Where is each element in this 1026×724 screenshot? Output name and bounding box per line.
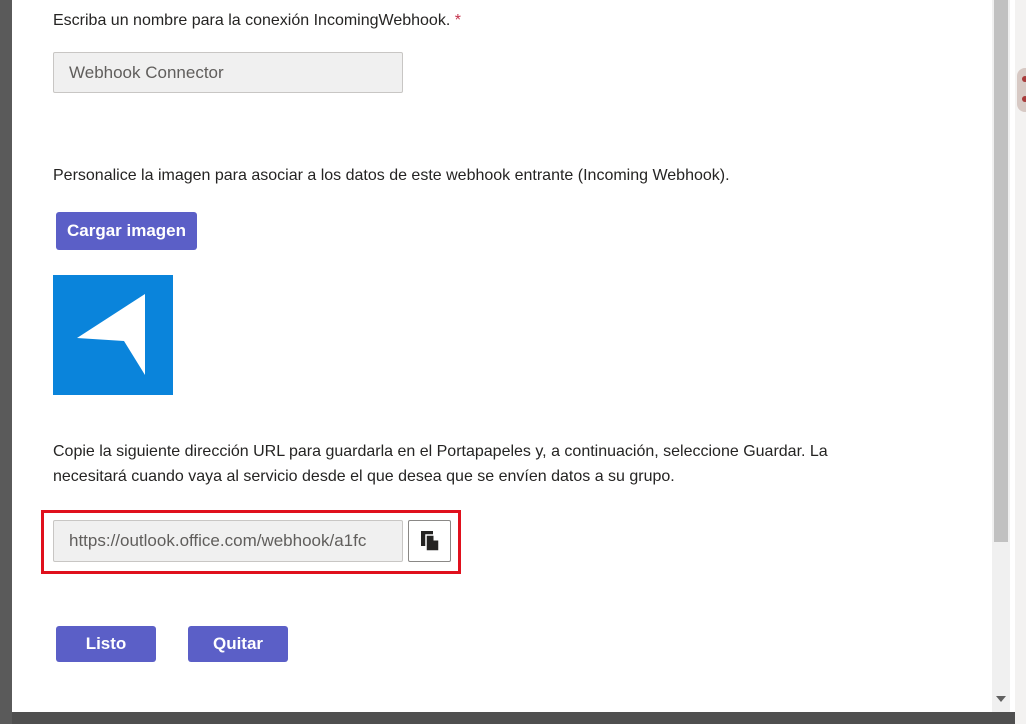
scrollbar-thumb[interactable]	[994, 0, 1008, 542]
copy-url-button[interactable]	[408, 520, 451, 562]
required-marker: *	[454, 12, 461, 29]
scroll-down-icon[interactable]	[996, 696, 1006, 702]
webhook-logo-image	[53, 275, 173, 395]
url-prompt-line-2: necesitará cuando vaya al servicio desde…	[53, 468, 675, 485]
reaction-dot	[1022, 96, 1026, 102]
reaction-dot	[1022, 76, 1026, 82]
webhook-url-field[interactable]	[53, 520, 403, 562]
connection-name-input[interactable]	[53, 52, 403, 93]
background-overlay	[0, 0, 12, 724]
url-prompt-line-1: Copie la siguiente dirección URL para gu…	[53, 443, 828, 460]
done-button[interactable]: Listo	[56, 626, 156, 662]
connection-name-label: Escriba un nombre para la conexión Incom…	[53, 9, 461, 33]
upload-image-button[interactable]: Cargar imagen	[56, 212, 197, 250]
copy-icon	[420, 531, 440, 552]
background-app-edge	[1015, 0, 1026, 724]
connector-config-dialog: Escriba un nombre para la conexión Incom…	[12, 0, 1015, 712]
dialog-scrollbar[interactable]	[992, 0, 1010, 712]
connection-name-label-text: Escriba un nombre para la conexión Incom…	[53, 12, 451, 29]
send-arrow-icon	[77, 294, 145, 375]
image-prompt-label: Personalice la imagen para asociar a los…	[53, 167, 730, 184]
remove-button[interactable]: Quitar	[188, 626, 288, 662]
background-chat-bubble	[1017, 68, 1026, 112]
